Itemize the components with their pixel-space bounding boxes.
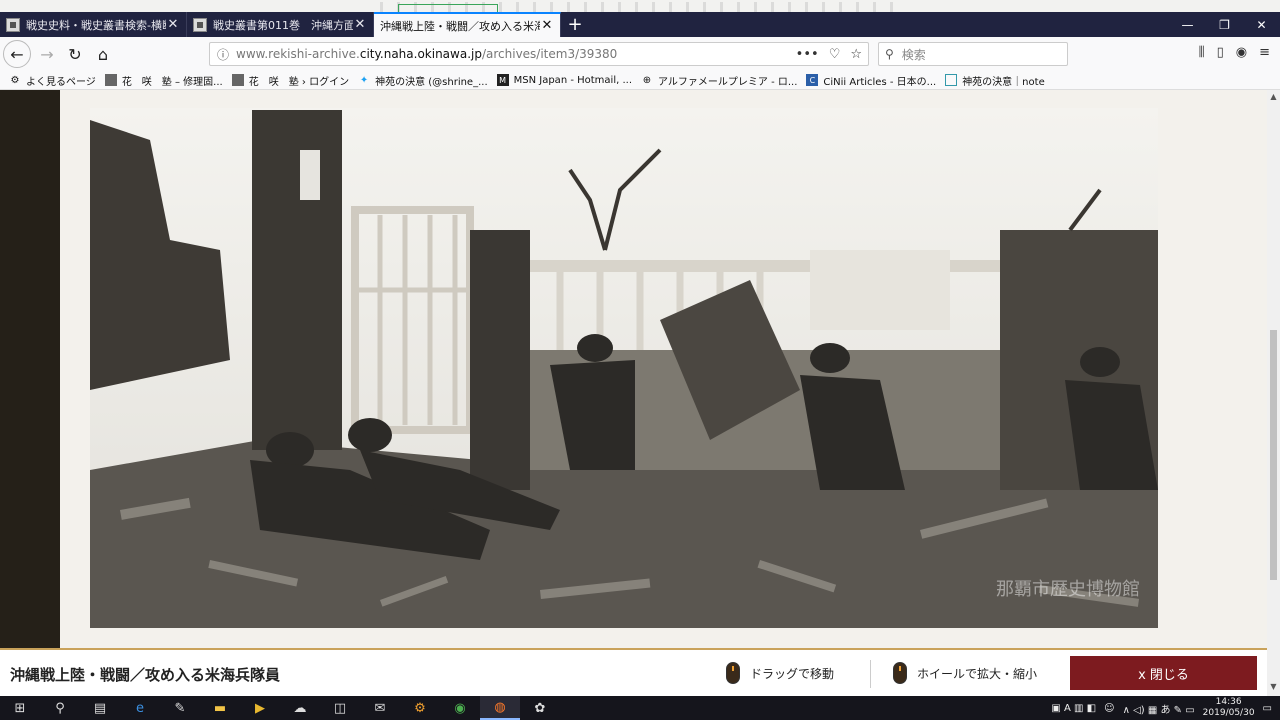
close-viewer-button[interactable]: x 閉じる — [1070, 656, 1257, 690]
windows-taskbar: ⊞ ⚲ ▤ e ✎ ▬ ▶ ☁ ◫ ✉ ⚙ ◉ ◍ ✿ ▣ A ▥ ◧ ☺ ∧ … — [0, 696, 1280, 720]
page-actions-icon[interactable]: ••• — [796, 47, 819, 62]
tab-label: 戦史史料・戦史叢書検索-横断検 — [26, 18, 166, 32]
globe-icon: ⊕ — [642, 74, 652, 86]
archive-photo[interactable]: 那覇市歴史博物館 — [60, 90, 1267, 648]
war-photo-illustration: 那覇市歴史博物館 — [60, 90, 1267, 648]
back-button[interactable]: ← — [3, 40, 31, 68]
gear-icon: ⚙ — [10, 74, 20, 86]
bookmark-item[interactable]: ⊕ アルファメールプレミア - ロ... — [641, 73, 798, 88]
bookmark-item[interactable]: ⚙ よく見るページ — [9, 73, 96, 88]
bookmark-star-icon[interactable]: ☆ — [850, 47, 862, 62]
url-text[interactable]: www.rekishi-archive.city.naha.okinawa.jp… — [236, 47, 796, 61]
search-icon: ⚲ — [885, 47, 894, 61]
task-view-icon[interactable]: ▤ — [80, 696, 120, 720]
edge-icon[interactable]: e — [120, 696, 160, 720]
notification-icon[interactable]: ▭ — [1263, 703, 1272, 714]
info-icon[interactable]: ⓘ — [210, 46, 236, 63]
site-favicon-icon — [6, 17, 20, 32]
tab-close-icon[interactable]: ✕ — [353, 17, 367, 32]
reload-button[interactable]: ↻ — [63, 42, 87, 66]
tab-bar: 戦史史料・戦史叢書検索-横断検 ✕ 戦史叢書第011巻 沖縄方面陸 ✕ 沖縄戦上… — [0, 12, 1280, 37]
settings-icon[interactable]: ⚙ — [400, 696, 440, 720]
tab-label: 沖縄戦上陸・戦闘／攻め入る米海兵隊 — [380, 19, 540, 33]
site-favicon-icon — [193, 17, 207, 32]
store-icon[interactable]: ◫ — [320, 696, 360, 720]
media-icon[interactable]: ▶ — [240, 696, 280, 720]
site-icon — [104, 74, 117, 86]
photo-title: 沖縄戦上陸・戦闘／攻め入る米海兵隊員 — [10, 666, 281, 684]
menu-icon[interactable]: ≡ — [1259, 45, 1270, 60]
page-viewport: 那覇市歴史博物館 ▲ ▼ — [0, 90, 1280, 696]
drag-hint: ドラッグで移動 — [726, 662, 834, 684]
tab-close-icon[interactable]: ✕ — [166, 17, 180, 32]
bookmarks-bar: ⚙ よく見るページ 花 咲 塾 – 修理固... 花 咲 塾 › ログイン ✦ 神苑… — [0, 71, 1280, 90]
forward-button[interactable]: → — [35, 42, 59, 66]
bookmark-item[interactable]: ✦ 神苑の決意 (@shrine_... — [358, 73, 488, 88]
bookmark-item[interactable]: 花 咲 塾 – 修理固... — [104, 73, 223, 88]
bookmark-item[interactable]: M MSN Japan - Hotmail, ... — [496, 74, 632, 86]
divider — [870, 660, 871, 688]
tray-overflow-icon[interactable]: ∧ ◁) ▦ あ ✎ ▭ — [1123, 701, 1195, 716]
pocket-icon[interactable]: ♡ — [829, 47, 841, 62]
clock[interactable]: 14:36 2019/05/30 — [1203, 697, 1255, 719]
restore-button[interactable]: ❐ — [1206, 12, 1243, 37]
scroll-up-icon[interactable]: ▲ — [1267, 92, 1280, 101]
app-icon[interactable]: ☁ — [280, 696, 320, 720]
wheel-hint: ホイールで拡大・縮小 — [893, 662, 1037, 684]
mouse-wheel-icon — [893, 662, 907, 684]
tray-icons[interactable]: ▣ A ▥ ◧ — [1051, 703, 1096, 714]
home-button[interactable]: ⌂ — [91, 42, 115, 66]
paint-icon[interactable]: ✿ — [520, 696, 560, 720]
caption-bar: 沖縄戦上陸・戦闘／攻め入る米海兵隊員 ドラッグで移動 ホイールで拡大・縮小 x … — [0, 648, 1267, 696]
vertical-scrollbar[interactable]: ▲ ▼ — [1267, 90, 1280, 696]
firefox-icon[interactable]: ◍ — [480, 696, 520, 720]
system-tray: ▣ A ▥ ◧ ☺ ∧ ◁) ▦ あ ✎ ▭ 14:36 2019/05/30 … — [1051, 696, 1280, 720]
tab-archive[interactable]: 沖縄戦上陸・戦闘／攻め入る米海兵隊 ✕ — [374, 12, 561, 37]
people-icon[interactable]: ☺ — [1104, 703, 1114, 714]
page-top-strip — [0, 0, 1280, 12]
photo-watermark: 那覇市歴史博物館 — [996, 579, 1140, 600]
twitter-icon: ✦ — [359, 74, 369, 86]
search-icon[interactable]: ⚲ — [40, 696, 80, 720]
scroll-down-icon[interactable]: ▼ — [1267, 682, 1280, 691]
scroll-thumb[interactable] — [1270, 330, 1277, 580]
tab-book[interactable]: 戦史叢書第011巻 沖縄方面陸 ✕ — [187, 12, 374, 37]
mail-icon[interactable]: ✉ — [360, 696, 400, 720]
minimize-button[interactable]: — — [1169, 12, 1206, 37]
new-tab-button[interactable]: + — [561, 12, 589, 37]
green-highlight — [398, 4, 498, 12]
navigation-bar: ← → ↻ ⌂ ⓘ www.rekishi-archive.city.naha.… — [0, 37, 1280, 71]
library-icon[interactable]: ⫼ — [1199, 45, 1205, 60]
close-window-button[interactable]: ✕ — [1243, 12, 1280, 37]
search-placeholder: 検索 — [901, 47, 926, 62]
folder-icon[interactable]: ▬ — [200, 696, 240, 720]
bookmark-item[interactable]: 神苑の決意｜note — [945, 73, 1045, 88]
site-icon — [231, 74, 244, 86]
tab-label: 戦史叢書第011巻 沖縄方面陸 — [213, 18, 353, 32]
bookmark-item[interactable]: C CiNii Articles - 日本の... — [806, 73, 936, 88]
cinii-icon: C — [806, 74, 819, 86]
msn-icon: M — [496, 74, 509, 86]
window-controls: — ❐ ✕ — [1169, 12, 1280, 37]
sidebar-icon[interactable]: ▯ — [1217, 45, 1224, 60]
search-input[interactable]: ⚲ 検索 — [878, 42, 1068, 66]
chrome-icon[interactable]: ◉ — [440, 696, 480, 720]
mouse-drag-icon — [726, 662, 740, 684]
tab-close-icon[interactable]: ✕ — [540, 18, 554, 33]
note-icon — [945, 74, 958, 86]
account-icon[interactable]: ◉ — [1236, 45, 1247, 60]
windows-start-icon[interactable]: ⊞ — [0, 696, 40, 720]
notepad-icon[interactable]: ✎ — [160, 696, 200, 720]
left-dark-margin — [0, 90, 60, 648]
tab-search[interactable]: 戦史史料・戦史叢書検索-横断検 ✕ — [0, 12, 187, 37]
url-bar[interactable]: ⓘ www.rekishi-archive.city.naha.okinawa.… — [209, 42, 869, 66]
bookmark-item[interactable]: 花 咲 塾 › ログイン — [231, 73, 349, 88]
